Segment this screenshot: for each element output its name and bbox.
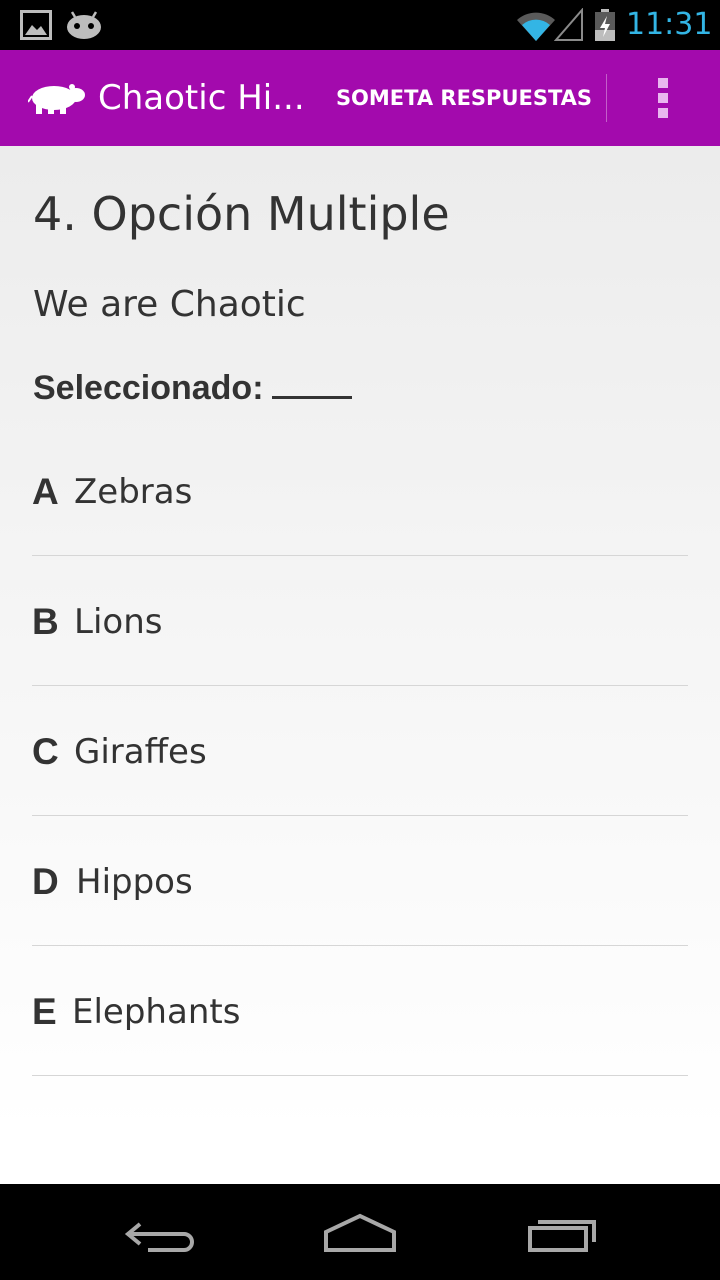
selected-indicator: Seleccionado: (33, 366, 352, 410)
option-d[interactable]: D Hippos (32, 816, 688, 946)
recents-icon[interactable] (502, 1202, 622, 1262)
option-letter: D (32, 861, 59, 902)
question-content: 4. Opción Multiple We are Chaotic Selecc… (0, 146, 720, 1184)
selected-label: Seleccionado: (33, 369, 264, 407)
option-letter: B (32, 601, 59, 642)
option-e[interactable]: E Elephants (32, 946, 688, 1076)
clock: 11:31 (626, 7, 713, 42)
option-letter: A (32, 471, 59, 512)
back-icon[interactable] (100, 1202, 220, 1262)
option-text: Elephants (72, 992, 241, 1032)
option-text: Hippos (76, 862, 193, 902)
battery-charging-icon (595, 9, 615, 41)
option-letter: E (32, 991, 57, 1032)
option-a[interactable]: A Zebras (32, 426, 688, 556)
options-list: A Zebras B Lions C Giraffes D Hippos E E… (32, 426, 688, 1076)
wifi-icon (517, 12, 555, 41)
overflow-menu-icon[interactable] (640, 74, 686, 122)
submit-answers-button[interactable]: SOMETA RESPUESTAS (322, 72, 606, 124)
question-text: We are Chaotic (33, 284, 306, 325)
home-icon[interactable] (300, 1202, 420, 1262)
signal-icon (554, 8, 583, 41)
option-text: Lions (74, 602, 163, 642)
android-icon (67, 11, 101, 39)
option-text: Giraffes (74, 732, 207, 772)
option-b[interactable]: B Lions (32, 556, 688, 686)
hippo-icon[interactable] (28, 80, 86, 116)
app-title: Chaotic Hi... (98, 78, 305, 118)
question-title: 4. Opción Multiple (33, 187, 450, 241)
action-bar: Chaotic Hi... SOMETA RESPUESTAS (0, 50, 720, 146)
gallery-icon (20, 10, 52, 40)
action-divider (606, 74, 607, 122)
status-bar: 11:31 (0, 0, 720, 50)
navigation-bar (0, 1184, 720, 1280)
selected-value (271, 394, 352, 399)
option-letter: C (32, 731, 59, 772)
option-c[interactable]: C Giraffes (32, 686, 688, 816)
option-text: Zebras (74, 472, 193, 512)
